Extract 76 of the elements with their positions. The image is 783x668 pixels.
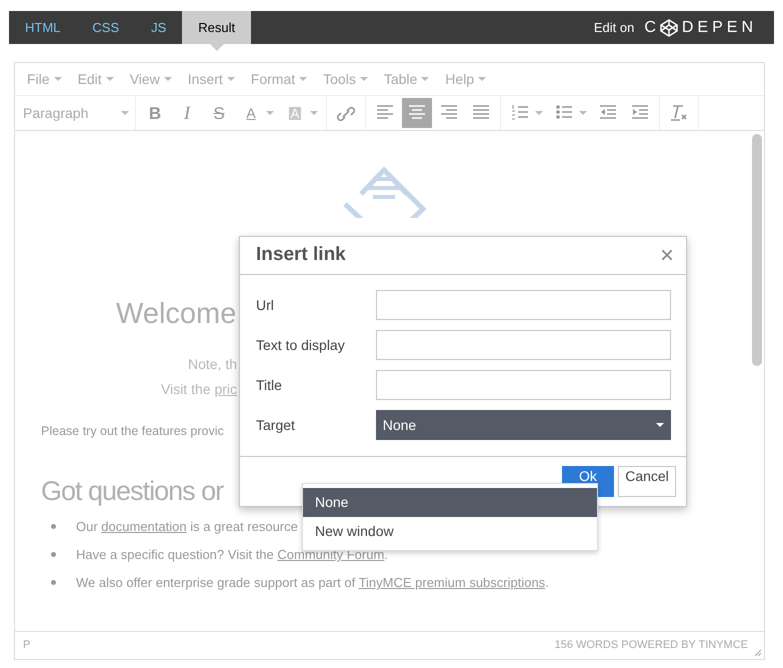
list-item-text: We also offer enterprise grade support as part of TinyMCE premium subscriptions. [76,574,549,592]
field-label: Target [256,416,296,435]
word-count-text: 156 WORDS POWERED BY TINYMCE [554,638,748,654]
menu-item[interactable]: Tools [319,68,372,90]
bullet-icon [51,580,56,586]
tab[interactable]: CSS [76,11,136,44]
subheading: Got questions or [41,474,224,508]
outdent-icon [600,105,616,121]
align-right-icon [441,105,457,121]
resize-handle-icon [754,649,762,657]
indent-icon [632,105,648,121]
link[interactable]: pric [214,381,237,397]
caret-icon [106,77,114,81]
dialog-title: Insert link [256,243,346,268]
paragraph: Please try out the features provic [41,423,224,440]
justify-icon [473,105,489,121]
numbered-list-icon [512,105,528,121]
heading: Welcome [116,297,236,332]
list-item-text: Our documentation is a great resource [76,518,298,536]
caret-icon [266,111,274,115]
link[interactable]: documentation [101,519,187,534]
field-label: Title [256,376,283,394]
target-select[interactable]: None [376,410,671,440]
bold-button[interactable]: B [140,98,170,128]
tab[interactable]: HTML [9,11,76,44]
menu-item[interactable]: Format [246,68,312,90]
tab[interactable]: JS [135,11,182,44]
bullet-icon [51,524,56,530]
cancel-button[interactable]: Cancel [618,466,676,497]
link-icon [337,105,355,121]
logo-text: C [644,18,660,38]
dropdown-option[interactable]: New window [303,517,597,546]
align-center-icon [409,105,425,121]
note-text: Visit the pric [161,380,237,399]
logo-text: DEPEN [682,18,757,38]
bullet-list-icon [556,105,572,121]
dropdown-option[interactable]: None [303,488,597,517]
caret-icon [299,77,308,81]
clear-formatting-icon [671,105,687,121]
text-input[interactable] [376,330,671,360]
caret-icon [360,77,368,81]
caret-icon [478,77,486,81]
bullet-icon [51,552,56,558]
menu-item[interactable]: File [23,68,66,90]
italic-button[interactable]: I [172,98,202,128]
text-color-button[interactable]: A [236,98,266,128]
menu-item[interactable]: Insert [184,68,239,90]
field-label: Text to display [256,336,346,355]
text-input[interactable] [376,290,671,320]
cube-logo-icon [660,18,678,36]
menu-item[interactable]: View [126,68,176,90]
caret-icon [54,77,62,81]
caret-icon [226,77,235,81]
caret-icon [421,77,430,81]
caret-icon [164,77,172,81]
close-button[interactable]: × [660,244,674,268]
element-path: P [23,638,30,654]
align-left-icon [377,105,393,121]
field-label: Url [256,296,275,314]
menu-item[interactable]: Help [441,68,490,90]
strikethrough-button[interactable]: S [204,98,234,128]
caret-icon [121,111,129,115]
edit-on-label: Edit on [594,18,634,37]
note-text: Note, th [188,355,238,374]
menu-item[interactable]: Edit [74,68,118,90]
caret-icon [656,423,664,427]
caret-icon [310,111,318,115]
caret-icon [579,111,587,115]
text-input[interactable] [376,370,671,400]
link[interactable]: TinyMCE premium subscriptions [358,575,546,590]
align-center-button[interactable] [402,98,432,128]
format-select[interactable]: Paragraph [15,96,136,130]
caret-icon [535,111,543,115]
tab-pointer-icon [210,44,224,51]
scrollbar-thumb[interactable] [752,134,762,366]
menu-item[interactable]: Table [380,68,434,90]
